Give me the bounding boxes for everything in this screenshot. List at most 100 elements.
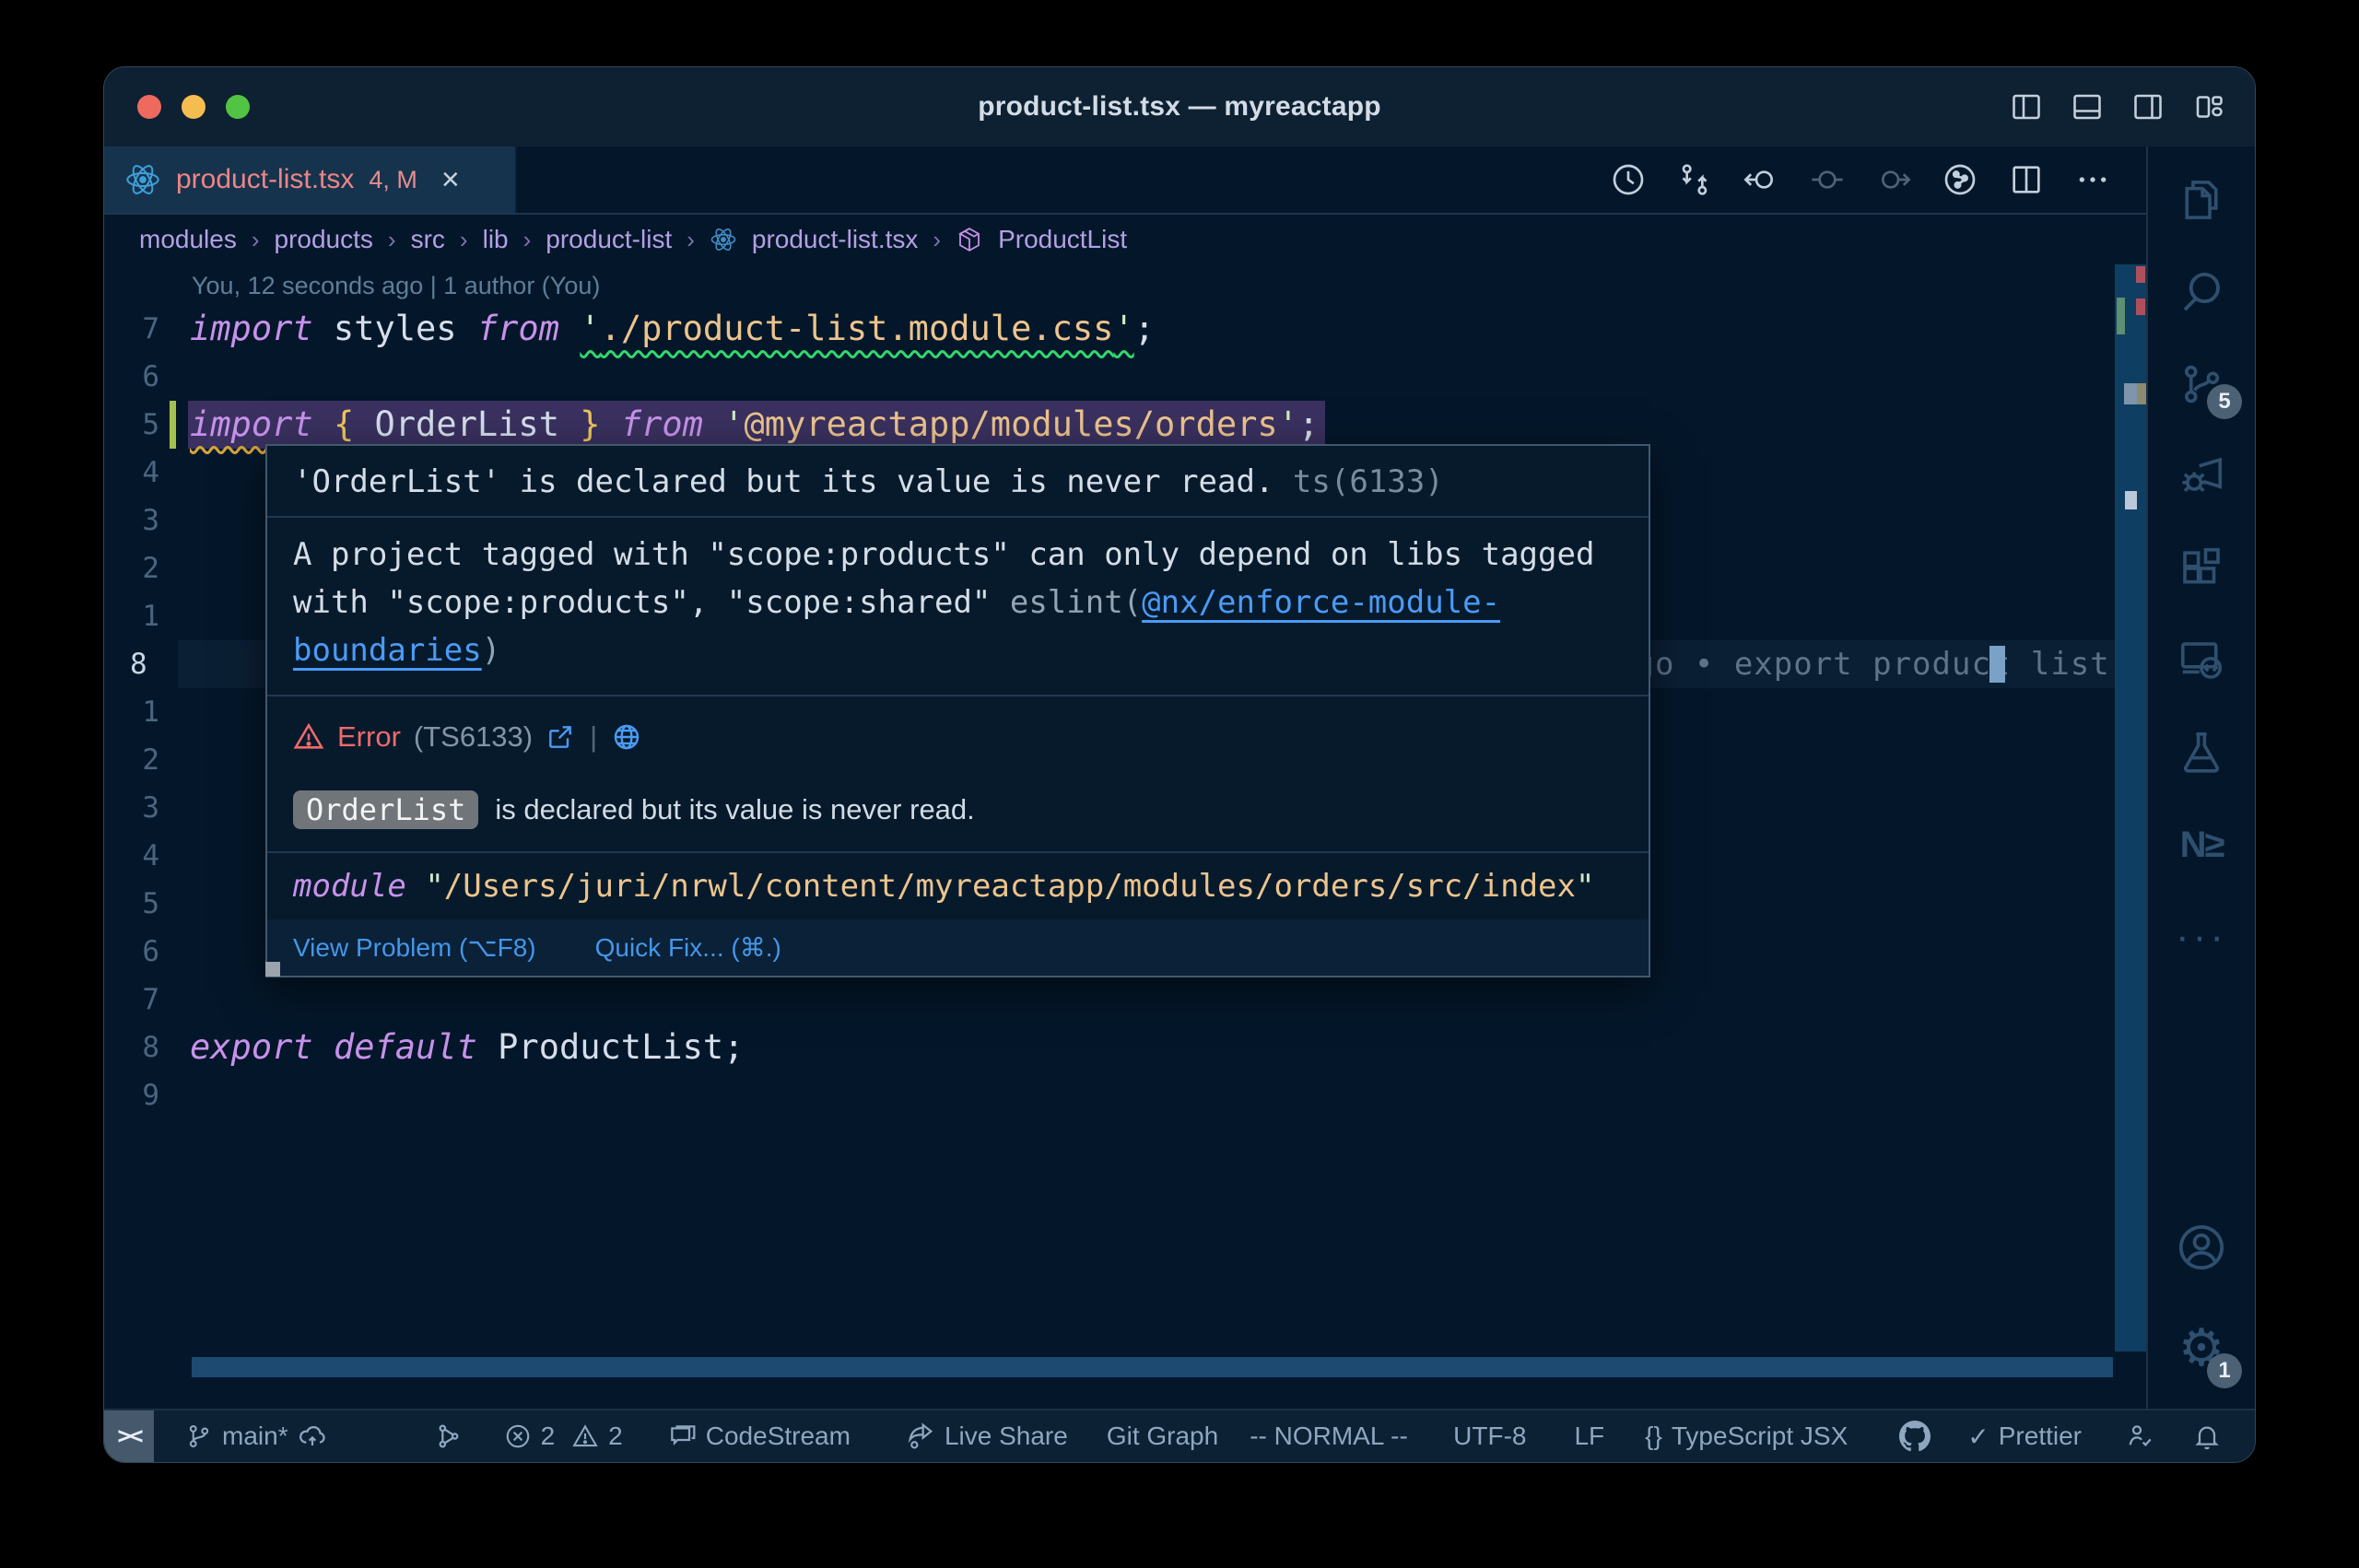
react-file-icon bbox=[710, 226, 737, 253]
eol-status[interactable]: LF bbox=[1574, 1422, 1604, 1451]
ruler-cursor-mark bbox=[2125, 491, 2137, 509]
explorer-icon[interactable] bbox=[2148, 154, 2255, 246]
settings-gear-icon[interactable]: ⚙ 1 bbox=[2148, 1298, 2255, 1399]
extensions-icon[interactable] bbox=[2148, 522, 2255, 614]
compare-changes-icon[interactable] bbox=[1676, 161, 1713, 198]
breadcrumb-symbol[interactable]: ProductList bbox=[998, 225, 1127, 254]
quick-fix-link[interactable]: Quick Fix... (⌘.) bbox=[595, 932, 781, 963]
account-icon[interactable] bbox=[2148, 1197, 2255, 1298]
language-status[interactable]: {} TypeScript JSX bbox=[1645, 1422, 1848, 1451]
breadcrumb-products[interactable]: products bbox=[275, 225, 373, 254]
token: import bbox=[190, 404, 313, 444]
token[interactable]: OrderList bbox=[354, 404, 580, 444]
line-number: 5 bbox=[119, 401, 159, 449]
module-path-text: /Users/juri/nrwl/content/myreactapp/modu… bbox=[444, 868, 1576, 905]
vim-mode-label: -- NORMAL -- bbox=[1250, 1422, 1408, 1451]
hover-eslint-message: A project tagged with "scope:products" c… bbox=[267, 516, 1649, 695]
close-window-button[interactable] bbox=[137, 95, 161, 119]
code-line-export-default: export default ProductList; bbox=[190, 1024, 744, 1071]
customize-layout-icon[interactable] bbox=[2192, 90, 2225, 123]
breadcrumb-modules[interactable]: modules bbox=[139, 225, 237, 254]
hover-module-path: module "/Users/juri/nrwl/content/myreact… bbox=[267, 851, 1649, 919]
separator: | bbox=[590, 715, 597, 759]
gitlens-graph-icon[interactable] bbox=[1942, 161, 1978, 198]
prettier-status[interactable]: ✓ Prettier bbox=[1967, 1422, 2082, 1452]
hover-eslint-source: eslint( bbox=[1010, 584, 1142, 621]
line-number: 7 bbox=[119, 305, 159, 353]
zoom-window-button[interactable] bbox=[226, 95, 250, 119]
line-number: 7 bbox=[119, 976, 159, 1024]
search-icon[interactable] bbox=[2148, 246, 2255, 338]
gitgraph-label: Git Graph bbox=[1107, 1422, 1218, 1451]
tab-close-icon[interactable]: × bbox=[441, 164, 460, 195]
token bbox=[313, 404, 334, 444]
feedback-status[interactable] bbox=[2126, 1422, 2155, 1451]
source-control-icon[interactable]: 5 bbox=[2148, 338, 2255, 430]
line-number: 3 bbox=[119, 497, 159, 544]
horizontal-scrollbar[interactable] bbox=[192, 1357, 2113, 1377]
breadcrumb-file[interactable]: product-list.tsx bbox=[752, 225, 919, 254]
titlebar: product-list.tsx — myreactapp bbox=[104, 67, 2255, 146]
scrollbar-thumb[interactable] bbox=[2124, 383, 2137, 404]
ruler-warning-mark bbox=[2137, 383, 2146, 404]
gitlens-compare[interactable] bbox=[434, 1422, 464, 1451]
gitgraph-status[interactable]: Git Graph bbox=[1107, 1422, 1218, 1451]
previous-change-icon[interactable] bbox=[1743, 161, 1779, 198]
overview-ruler[interactable] bbox=[2115, 264, 2146, 1352]
breadcrumb-product-list[interactable]: product-list bbox=[546, 225, 672, 254]
codelens-blame[interactable]: You, 12 seconds ago | 1 author (You) bbox=[192, 266, 600, 305]
token: ' bbox=[723, 404, 744, 444]
breadcrumb-lib[interactable]: lib bbox=[483, 225, 509, 254]
code-editor[interactable]: 7 6 5 4 3 2 1 8 1 2 3 4 5 6 7 8 9 You, 1… bbox=[104, 264, 2146, 1409]
error-code: (TS6133) bbox=[414, 715, 533, 759]
token: { bbox=[334, 404, 354, 444]
view-problem-link[interactable]: View Problem (⌥F8) bbox=[293, 932, 536, 963]
github-status[interactable] bbox=[1899, 1421, 1931, 1452]
token: import bbox=[190, 309, 313, 348]
split-editor-icon[interactable] bbox=[2008, 161, 2045, 198]
breadcrumb-src[interactable]: src bbox=[411, 225, 445, 254]
globe-icon[interactable] bbox=[612, 722, 641, 752]
tab-product-list[interactable]: product-list.tsx 4, M × bbox=[104, 146, 517, 213]
breadcrumb: modules › products › src › lib › product… bbox=[104, 215, 2146, 264]
line-number: 9 bbox=[119, 1071, 159, 1119]
more-actions-icon[interactable] bbox=[2074, 161, 2111, 198]
nx-console-icon[interactable]: N≥ bbox=[2148, 799, 2255, 891]
token: ProductList; bbox=[477, 1027, 745, 1067]
encoding-label: UTF-8 bbox=[1453, 1422, 1526, 1451]
encoding-status[interactable]: UTF-8 bbox=[1453, 1422, 1526, 1451]
editor-actions bbox=[1610, 146, 2146, 213]
toggle-panel-icon[interactable] bbox=[2071, 90, 2104, 123]
vim-mode-status[interactable]: -- NORMAL -- bbox=[1250, 1422, 1408, 1451]
ruler-error-mark bbox=[2136, 266, 2145, 283]
cloud-upload-icon bbox=[298, 1422, 327, 1451]
eslint-rule-link[interactable]: boundaries bbox=[293, 632, 482, 669]
chevron-right-icon: › bbox=[460, 226, 468, 254]
testing-beaker-icon[interactable] bbox=[2148, 707, 2255, 799]
next-change-icon[interactable] bbox=[1875, 161, 1912, 198]
problems-status[interactable]: 2 2 bbox=[504, 1422, 623, 1451]
toggle-secondary-sidebar-icon[interactable] bbox=[2131, 90, 2165, 123]
minimize-window-button[interactable] bbox=[182, 95, 205, 119]
branch-status[interactable]: main* bbox=[185, 1422, 327, 1451]
liveshare-status[interactable]: Live Share bbox=[906, 1422, 1068, 1451]
comment-bubble-icon bbox=[667, 1422, 697, 1451]
hover-action-bar: View Problem (⌥F8) Quick Fix... (⌘.) bbox=[267, 919, 1649, 976]
liveshare-label: Live Share bbox=[945, 1422, 1068, 1451]
remote-indicator[interactable]: >< bbox=[104, 1410, 154, 1462]
timeline-history-icon[interactable] bbox=[1610, 161, 1647, 198]
remote-explorer-icon[interactable] bbox=[2148, 614, 2255, 707]
eslint-rule-link[interactable]: @nx/enforce-module- bbox=[1142, 584, 1500, 621]
codestream-status[interactable]: CodeStream bbox=[667, 1422, 851, 1451]
line-number: 5 bbox=[119, 880, 159, 928]
toggle-sidebar-icon[interactable] bbox=[2010, 90, 2043, 123]
open-external-icon[interactable] bbox=[546, 722, 575, 752]
hover-resize-handle[interactable] bbox=[265, 962, 280, 977]
additional-views-icon[interactable]: ··· bbox=[2148, 891, 2255, 983]
notifications-bell[interactable] bbox=[2192, 1422, 2222, 1451]
error-circle-icon bbox=[504, 1422, 532, 1450]
window-controls bbox=[137, 67, 250, 146]
error-count: 2 bbox=[541, 1422, 556, 1451]
token: ' bbox=[580, 309, 600, 348]
run-debug-icon[interactable] bbox=[2148, 430, 2255, 522]
